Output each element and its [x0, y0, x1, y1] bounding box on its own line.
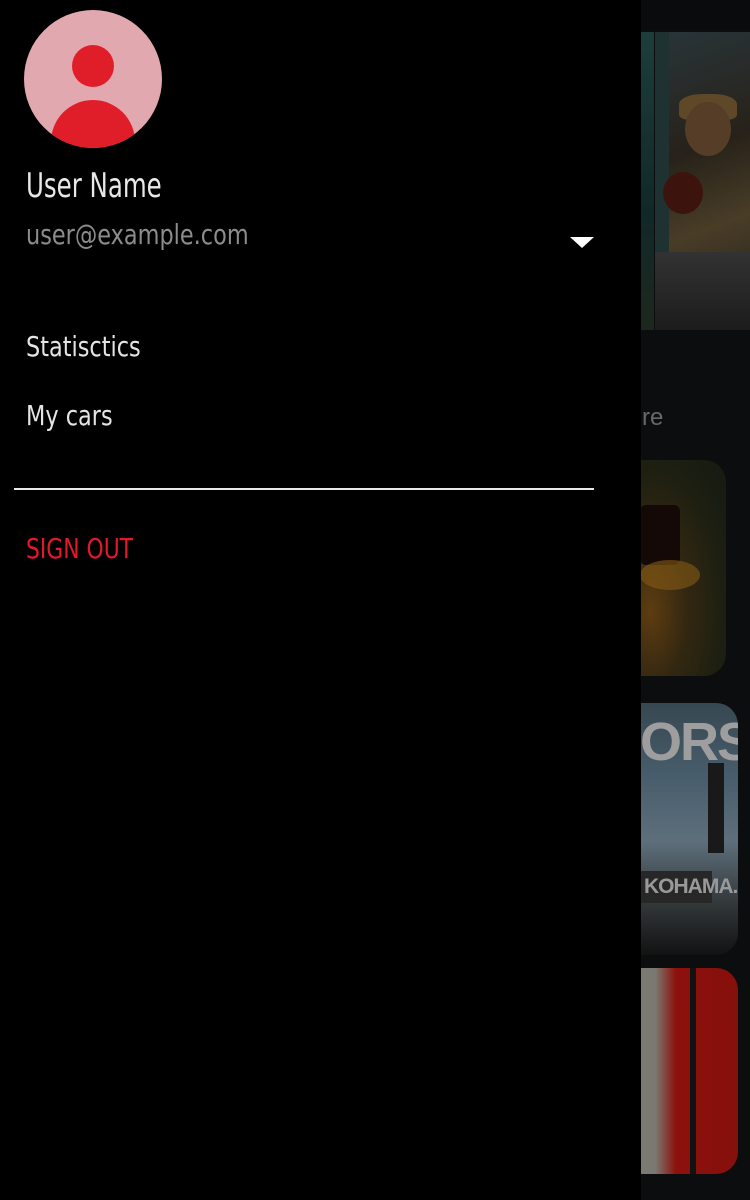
avatar[interactable] [24, 10, 162, 148]
drawer-menu: Statisctics My cars [0, 318, 641, 456]
user-email: user@example.com [26, 218, 249, 251]
menu-item-label: Statisctics [26, 330, 141, 363]
account-switcher-button[interactable] [562, 225, 602, 259]
user-name: User Name [26, 166, 162, 206]
person-icon-body [51, 100, 135, 148]
divider [14, 488, 594, 490]
navigation-drawer: User Name user@example.com Statisctics M… [0, 0, 641, 1200]
menu-item-label: My cars [26, 399, 113, 432]
menu-item-statistics[interactable]: Statisctics [0, 318, 641, 387]
caret-down-icon [570, 237, 594, 248]
screen: re ORS KOHAMA. User Name user@example.co… [0, 0, 750, 1200]
menu-item-my-cars[interactable]: My cars [0, 387, 641, 456]
person-icon-head [72, 45, 114, 87]
sign-out-button[interactable]: SIGN OUT [26, 532, 133, 565]
